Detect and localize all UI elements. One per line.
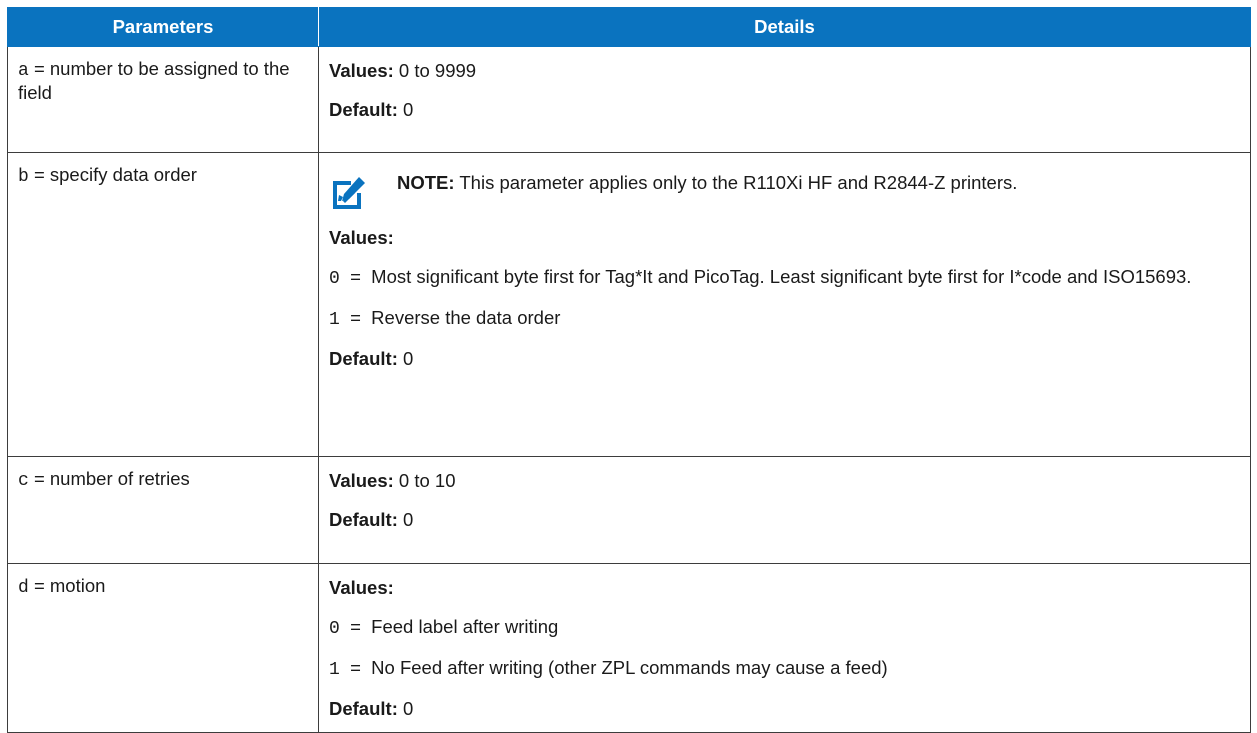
values-text: 0 to 9999 xyxy=(393,60,477,81)
default-line: Default: 0 xyxy=(329,346,1238,372)
default-label: Default: xyxy=(329,99,398,120)
option-text: = No Feed after writing (other ZPL comma… xyxy=(339,657,888,678)
table-row: c = number of retries Values: 0 to 10 De… xyxy=(7,456,1251,564)
option-line: 0 = Feed label after writing xyxy=(329,614,1238,642)
default-value: 0 xyxy=(397,348,414,369)
default-line: Default: 0 xyxy=(329,696,1238,722)
values-label: Values: xyxy=(329,577,394,598)
values-line: Values: 0 to 10 xyxy=(329,468,1238,494)
default-label: Default: xyxy=(329,348,398,369)
param-description: = number of retries xyxy=(28,468,190,489)
values-line: Values: xyxy=(329,575,1238,601)
note-edit-icon xyxy=(333,177,365,209)
param-description: = number to be assigned to the field xyxy=(18,58,290,103)
default-value: 0 xyxy=(397,698,414,719)
details-cell: Values: 0 = Feed label after writing 1 =… xyxy=(318,563,1251,733)
values-line: Values: 0 to 9999 xyxy=(329,58,1238,84)
default-line: Default: 0 xyxy=(329,97,1238,123)
default-label: Default: xyxy=(329,698,398,719)
details-cell: Values: 0 to 9999 Default: 0 xyxy=(318,46,1251,153)
option-code: 1 xyxy=(329,310,340,330)
details-cell: NOTE: This parameter applies only to the… xyxy=(318,152,1251,457)
param-description: = motion xyxy=(28,575,106,596)
table-row: b = specify data order NOTE: This parame… xyxy=(7,152,1251,457)
param-code: c xyxy=(18,471,29,491)
option-line: 1 = No Feed after writing (other ZPL com… xyxy=(329,655,1238,683)
param-cell: a = number to be assigned to the field xyxy=(7,46,319,153)
header-details: Details xyxy=(318,7,1251,47)
param-code: d xyxy=(18,578,29,598)
option-line: 0 = Most significant byte first for Tag*… xyxy=(329,264,1238,292)
table-row: a = number to be assigned to the field V… xyxy=(7,46,1251,153)
option-code: 0 xyxy=(329,269,340,289)
param-code: b xyxy=(18,167,29,187)
param-cell: c = number of retries xyxy=(7,456,319,564)
table-row: d = motion Values: 0 = Feed label after … xyxy=(7,563,1251,733)
option-code: 0 xyxy=(329,619,340,639)
note-text: NOTE: This parameter applies only to the… xyxy=(397,165,1017,197)
note-body: This parameter applies only to the R110X… xyxy=(454,172,1018,193)
param-cell: d = motion xyxy=(7,563,319,733)
values-label: Values: xyxy=(329,227,394,248)
details-cell: Values: 0 to 10 Default: 0 xyxy=(318,456,1251,564)
option-text: = Most significant byte first for Tag*It… xyxy=(339,266,1192,287)
values-line: Values: xyxy=(329,225,1238,251)
option-code: 1 xyxy=(329,660,340,680)
option-text: = Feed label after writing xyxy=(339,616,559,637)
option-text: = Reverse the data order xyxy=(339,307,561,328)
option-line: 1 = Reverse the data order xyxy=(329,305,1238,333)
values-label: Values: xyxy=(329,470,394,491)
note-box: NOTE: This parameter applies only to the… xyxy=(329,165,1238,213)
default-value: 0 xyxy=(397,509,414,530)
note-label: NOTE: xyxy=(397,172,455,193)
parameters-table: Parameters Details a = number to be assi… xyxy=(7,7,1251,733)
default-label: Default: xyxy=(329,509,398,530)
param-cell: b = specify data order xyxy=(7,152,319,457)
header-parameters: Parameters xyxy=(7,7,319,47)
default-line: Default: 0 xyxy=(329,507,1238,533)
table-header-row: Parameters Details xyxy=(7,7,1251,47)
param-description: = specify data order xyxy=(28,164,197,185)
param-code: a xyxy=(18,61,29,81)
values-label: Values: xyxy=(329,60,394,81)
values-text: 0 to 10 xyxy=(393,470,456,491)
default-value: 0 xyxy=(397,99,414,120)
